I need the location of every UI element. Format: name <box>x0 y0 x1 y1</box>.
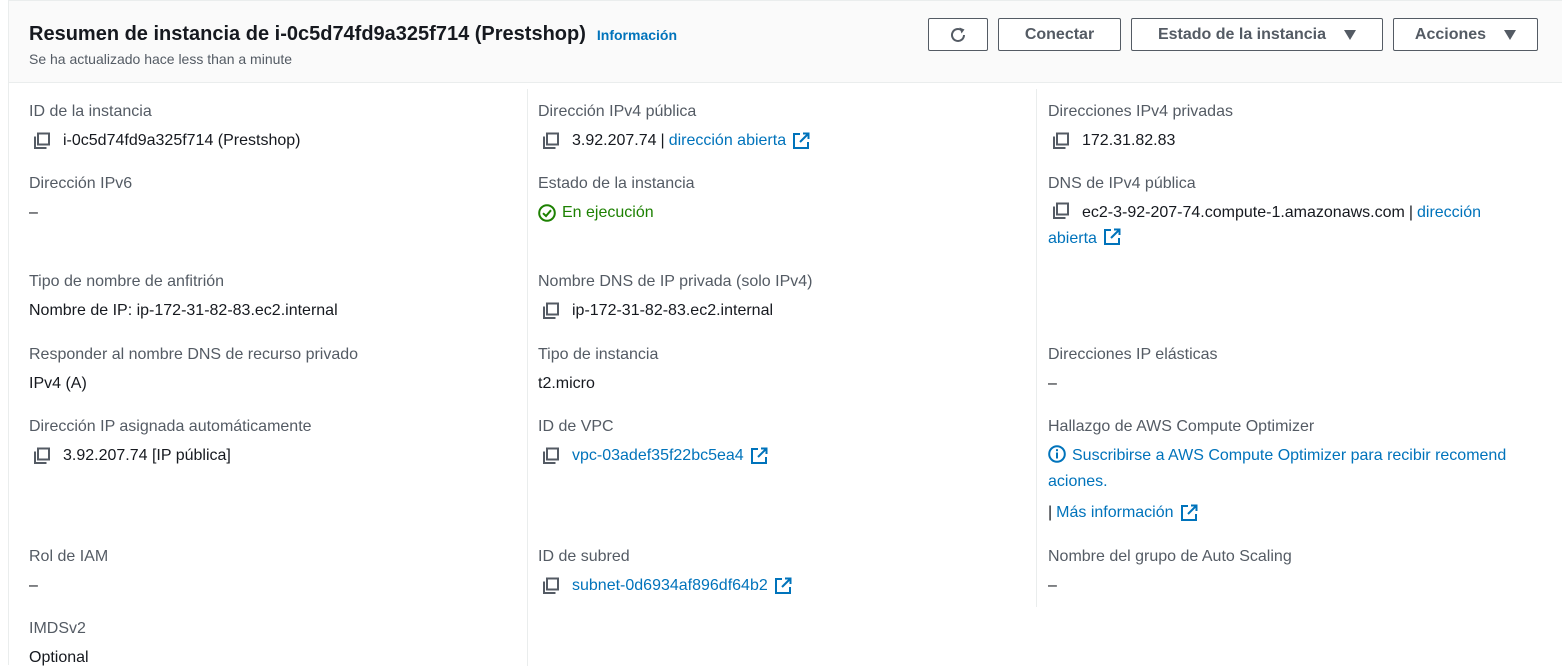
copy-icon[interactable] <box>33 132 51 150</box>
connect-button[interactable]: Conectar <box>998 18 1121 51</box>
copy-icon[interactable] <box>542 577 560 595</box>
field-label: Tipo de nombre de anfitrión <box>29 273 225 290</box>
instance-state-value: En ejecución <box>562 204 654 221</box>
field-label: Rol de IAM <box>29 548 109 565</box>
separator: | <box>1048 504 1053 521</box>
field-hostname-type: Tipo de nombre de anfitrión Nombre de IP… <box>29 272 338 324</box>
field-compute-optimizer: Hallazgo de AWS Compute Optimizer Suscri… <box>1048 417 1548 526</box>
field-subnet-id: ID de subred subnet-0d6934af896df64b2 <box>538 547 792 599</box>
field-label: ID de subred <box>538 548 630 565</box>
instance-state-dropdown[interactable]: Estado de la instancia <box>1131 18 1383 51</box>
field-instance-state: Estado de la instancia En ejecución <box>538 174 695 226</box>
external-link-icon[interactable] <box>1103 228 1121 246</box>
field-label: Responder al nombre DNS de recurso priva… <box>29 346 359 363</box>
field-label: Nombre DNS de IP privada (solo IPv4) <box>538 273 813 290</box>
vpc-id-link[interactable]: vpc-03adef35f22bc5ea4 <box>572 443 744 469</box>
instance-type-value: t2.micro <box>538 375 595 392</box>
connect-button-label: Conectar <box>1024 25 1095 43</box>
field-label: Nombre del grupo de Auto Scaling <box>1048 548 1292 565</box>
open-address-link[interactable]: dirección <box>1417 204 1481 221</box>
copy-icon[interactable] <box>542 447 560 465</box>
column-divider <box>527 89 528 666</box>
open-address-link-cont[interactable]: abierta <box>1048 230 1097 247</box>
resource-dns-value: IPv4 (A) <box>29 375 87 392</box>
panel-header: Resumen de instancia de i-0c5d74fd9a325f… <box>9 1 1562 83</box>
caret-down-icon <box>1344 29 1357 40</box>
field-asg-name: Nombre del grupo de Auto Scaling – <box>1048 547 1292 599</box>
copy-icon[interactable] <box>542 302 560 320</box>
instance-state-label: Estado de la instancia <box>1157 25 1327 43</box>
external-link-icon[interactable] <box>774 577 792 595</box>
field-ipv6: Dirección IPv6 – <box>29 174 132 226</box>
field-private-ipv4: Direcciones IPv4 privadas 172.31.82.83 <box>1048 102 1233 154</box>
field-label: Dirección IPv4 pública <box>538 103 697 120</box>
field-label: Direcciones IPv4 privadas <box>1048 103 1233 120</box>
asg-name-value: – <box>1048 577 1057 594</box>
ipv6-value: – <box>29 204 38 221</box>
hostname-type-value: Nombre de IP: ip-172-31-82-83.ec2.intern… <box>29 302 338 319</box>
private-dns-value: ip-172-31-82-83.ec2.internal <box>572 302 774 319</box>
field-iam-role: Rol de IAM – <box>29 547 108 599</box>
field-label: Dirección IPv6 <box>29 175 133 192</box>
copy-icon[interactable] <box>33 447 51 465</box>
instance-id-value: i-0c5d74fd9a325f714 (Prestshop) <box>63 132 301 149</box>
field-label: Direcciones IP elásticas <box>1048 346 1218 363</box>
auto-ip-value: 3.92.207.74 [IP pública] <box>63 447 231 464</box>
field-auto-ip: Dirección IP asignada automáticamente 3.… <box>29 417 312 469</box>
field-label: IMDSv2 <box>29 620 86 637</box>
elastic-ips-value: – <box>1048 375 1057 392</box>
actions-label: Acciones <box>1414 25 1487 43</box>
field-elastic-ips: Direcciones IP elásticas – <box>1048 345 1218 397</box>
more-info-link[interactable]: Más información <box>1056 500 1173 526</box>
public-dns-value: ec2-3-92-207-74.compute-1.amazonaws.com <box>1082 204 1405 221</box>
field-instance-type: Tipo de instancia t2.micro <box>538 345 658 397</box>
check-circle-icon <box>538 204 556 222</box>
open-address-link[interactable]: dirección abierta <box>669 128 786 154</box>
refresh-button[interactable] <box>928 18 988 51</box>
imdsv2-value: Optional <box>29 649 89 666</box>
field-instance-id: ID de la instancia i-0c5d74fd9a325f714 (… <box>29 102 301 154</box>
separator: | <box>1408 204 1413 221</box>
subnet-id-link[interactable]: subnet-0d6934af896df64b2 <box>572 573 768 599</box>
private-ipv4-value: 172.31.82.83 <box>1082 132 1176 149</box>
field-label: Hallazgo de AWS Compute Optimizer <box>1048 418 1315 435</box>
copy-icon[interactable] <box>542 132 560 150</box>
field-public-dns: DNS de IPv4 pública ec2-3-92-207-74.comp… <box>1048 174 1548 252</box>
external-link-icon[interactable] <box>792 132 810 150</box>
separator: | <box>660 132 665 149</box>
copy-icon[interactable] <box>1052 202 1070 220</box>
external-link-icon[interactable] <box>1180 504 1198 522</box>
caret-down-icon <box>1504 29 1517 40</box>
copy-icon[interactable] <box>1052 132 1070 150</box>
info-link[interactable]: Información <box>597 27 677 43</box>
external-link-icon[interactable] <box>750 447 768 465</box>
field-public-ipv4: Dirección IPv4 pública 3.92.207.74 | dir… <box>538 102 810 154</box>
public-ipv4-value: 3.92.207.74 <box>572 132 657 149</box>
field-label: DNS de IPv4 pública <box>1048 175 1196 192</box>
field-label: ID de VPC <box>538 418 614 435</box>
last-updated-text: Se ha actualizado hace less than a minut… <box>29 51 293 67</box>
field-private-dns: Nombre DNS de IP privada (solo IPv4) ip-… <box>538 272 812 324</box>
field-label: Estado de la instancia <box>538 175 695 192</box>
field-resource-dns: Responder al nombre DNS de recurso priva… <box>29 345 358 397</box>
iam-role-value: – <box>29 577 38 594</box>
refresh-icon <box>951 27 965 42</box>
field-label: ID de la instancia <box>29 103 152 120</box>
title-row: Resumen de instancia de i-0c5d74fd9a325f… <box>29 23 677 46</box>
instance-summary-panel: Resumen de instancia de i-0c5d74fd9a325f… <box>8 0 1562 666</box>
field-imdsv2: IMDSv2 Optional <box>29 619 89 671</box>
subscribe-optimizer-link-cont[interactable]: aciones. <box>1048 473 1108 490</box>
field-vpc-id: ID de VPC vpc-03adef35f22bc5ea4 <box>538 417 768 469</box>
column-divider <box>1036 89 1037 607</box>
subscribe-optimizer-link[interactable]: Suscribirse a AWS Compute Optimizer para… <box>1072 447 1506 464</box>
field-label: Tipo de instancia <box>538 346 659 363</box>
info-circle-icon <box>1048 445 1066 463</box>
page-title: Resumen de instancia de i-0c5d74fd9a325f… <box>29 23 586 45</box>
actions-dropdown[interactable]: Acciones <box>1393 18 1538 51</box>
field-label: Dirección IP asignada automáticamente <box>29 418 312 435</box>
